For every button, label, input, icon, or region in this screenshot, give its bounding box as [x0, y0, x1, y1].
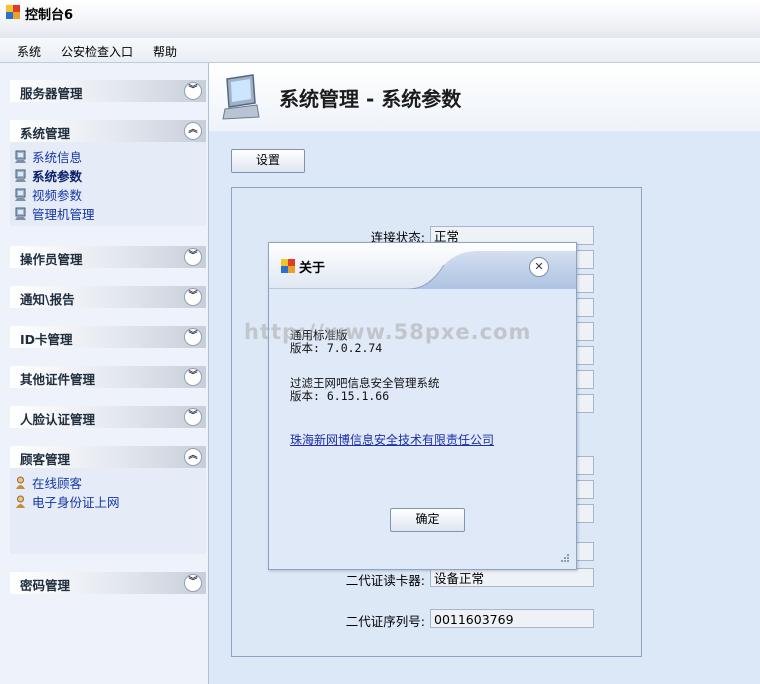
panel-server-management[interactable]: 服务器管理 ︾: [10, 80, 206, 102]
menu-system[interactable]: 系统: [17, 43, 41, 60]
field-label-card-reader: 二代证读卡器:: [345, 573, 425, 588]
user-icon: [16, 476, 25, 489]
dialog-title: 关于: [299, 261, 326, 276]
panel-title: 操作员管理: [20, 252, 83, 267]
sidebar-item-system-params[interactable]: 系统参数: [14, 166, 82, 184]
chevron-down-icon[interactable]: ︾: [184, 574, 202, 592]
panel-other-documents[interactable]: 其他证件管理 ︾: [10, 366, 206, 388]
panel-title: 系统管理: [20, 126, 71, 141]
sidebar-item-eid-online[interactable]: 电子身份证上网: [14, 492, 120, 510]
sidebar-item-online-customers[interactable]: 在线顾客: [14, 473, 82, 491]
about-dialog: 关于 ✕ 通用标准版 版本: 7.0.2.74 过滤王网吧信息安全管理系统 版本…: [268, 242, 577, 570]
sidebar-item-label: 电子身份证上网: [32, 495, 120, 510]
app-icon: [6, 5, 20, 19]
menu-help[interactable]: 帮助: [153, 43, 177, 60]
settings-button[interactable]: 设置: [231, 149, 305, 173]
chevron-down-icon[interactable]: ︾: [184, 288, 202, 306]
chevron-down-icon[interactable]: ︾: [184, 328, 202, 346]
sidebar-item-label: 管理机管理: [32, 207, 95, 222]
sidebar-item-label: 系统参数: [32, 169, 83, 184]
panel-id-card-management[interactable]: ID卡管理 ︾: [10, 326, 206, 348]
chevron-up-icon[interactable]: ︽: [184, 448, 202, 466]
panel-title: 其他证件管理: [20, 372, 96, 387]
resize-grip-icon[interactable]: [560, 553, 570, 563]
panel-body-customer-management: 在线顾客 电子身份证上网: [10, 468, 206, 554]
panel-title: 密码管理: [20, 578, 71, 593]
page-header: 系统管理 - 系统参数: [209, 63, 760, 131]
computer-icon: [15, 169, 26, 182]
field-card-reader[interactable]: 设备正常: [430, 568, 594, 587]
sidebar-item-video-params[interactable]: 视频参数: [14, 185, 82, 203]
panel-face-auth[interactable]: 人脸认证管理 ︾: [10, 406, 206, 428]
sidebar: 服务器管理 ︾ 系统管理 ︽ 系统信息 系统参数 视频参数 管理机管理 操作员管…: [0, 63, 209, 684]
panel-title: ID卡管理: [20, 332, 73, 347]
panel-password-management[interactable]: 密码管理 ︾: [10, 572, 206, 594]
panel-notification-report[interactable]: 通知\报告 ︾: [10, 286, 206, 308]
chevron-down-icon[interactable]: ︾: [184, 368, 202, 386]
menu-bar: 系统 公安检查入口 帮助: [0, 38, 760, 63]
ok-button[interactable]: 确定: [390, 508, 465, 532]
user-icon: [16, 495, 25, 508]
company-link[interactable]: 珠海新网博信息安全技术有限责任公司: [290, 431, 494, 448]
menu-police-check[interactable]: 公安检查入口: [61, 43, 133, 60]
field-label-serial-number: 二代证序列号:: [345, 614, 425, 629]
computer-icon: [15, 150, 26, 163]
panel-title: 人脸认证管理: [20, 412, 96, 427]
sidebar-item-label: 系统信息: [32, 150, 83, 165]
watermark: http://www.58pxe.com: [244, 320, 532, 344]
panel-title: 服务器管理: [20, 86, 83, 101]
sidebar-item-label: 在线顾客: [32, 476, 83, 491]
close-icon[interactable]: ✕: [529, 257, 549, 277]
chevron-down-icon[interactable]: ︾: [184, 248, 202, 266]
panel-title: 顾客管理: [20, 452, 71, 467]
panel-system-management[interactable]: 系统管理 ︽: [10, 120, 206, 142]
panel-operator-management[interactable]: 操作员管理 ︾: [10, 246, 206, 268]
panel-body-system-management: 系统信息 系统参数 视频参数 管理机管理: [10, 142, 206, 226]
panel-title: 通知\报告: [20, 292, 75, 307]
sidebar-item-label: 视频参数: [32, 188, 83, 203]
app-icon: [281, 259, 295, 273]
chevron-down-icon[interactable]: ︾: [184, 82, 202, 100]
page-title: 系统管理 - 系统参数: [279, 87, 462, 111]
window-title: 控制台6: [25, 8, 74, 23]
title-bar: 控制台6: [0, 0, 760, 39]
chevron-down-icon[interactable]: ︾: [184, 408, 202, 426]
sidebar-item-machine-management[interactable]: 管理机管理: [14, 204, 95, 222]
chevron-up-icon[interactable]: ︽: [184, 122, 202, 140]
computer-icon: [15, 207, 26, 220]
monitor-icon: [222, 74, 260, 120]
filter-version: 版本: 6.15.1.66: [290, 389, 390, 403]
computer-icon: [15, 188, 26, 201]
field-serial-number[interactable]: 0011603769: [430, 609, 594, 628]
sidebar-item-system-info[interactable]: 系统信息: [14, 147, 82, 165]
panel-customer-management[interactable]: 顾客管理 ︽: [10, 446, 206, 468]
